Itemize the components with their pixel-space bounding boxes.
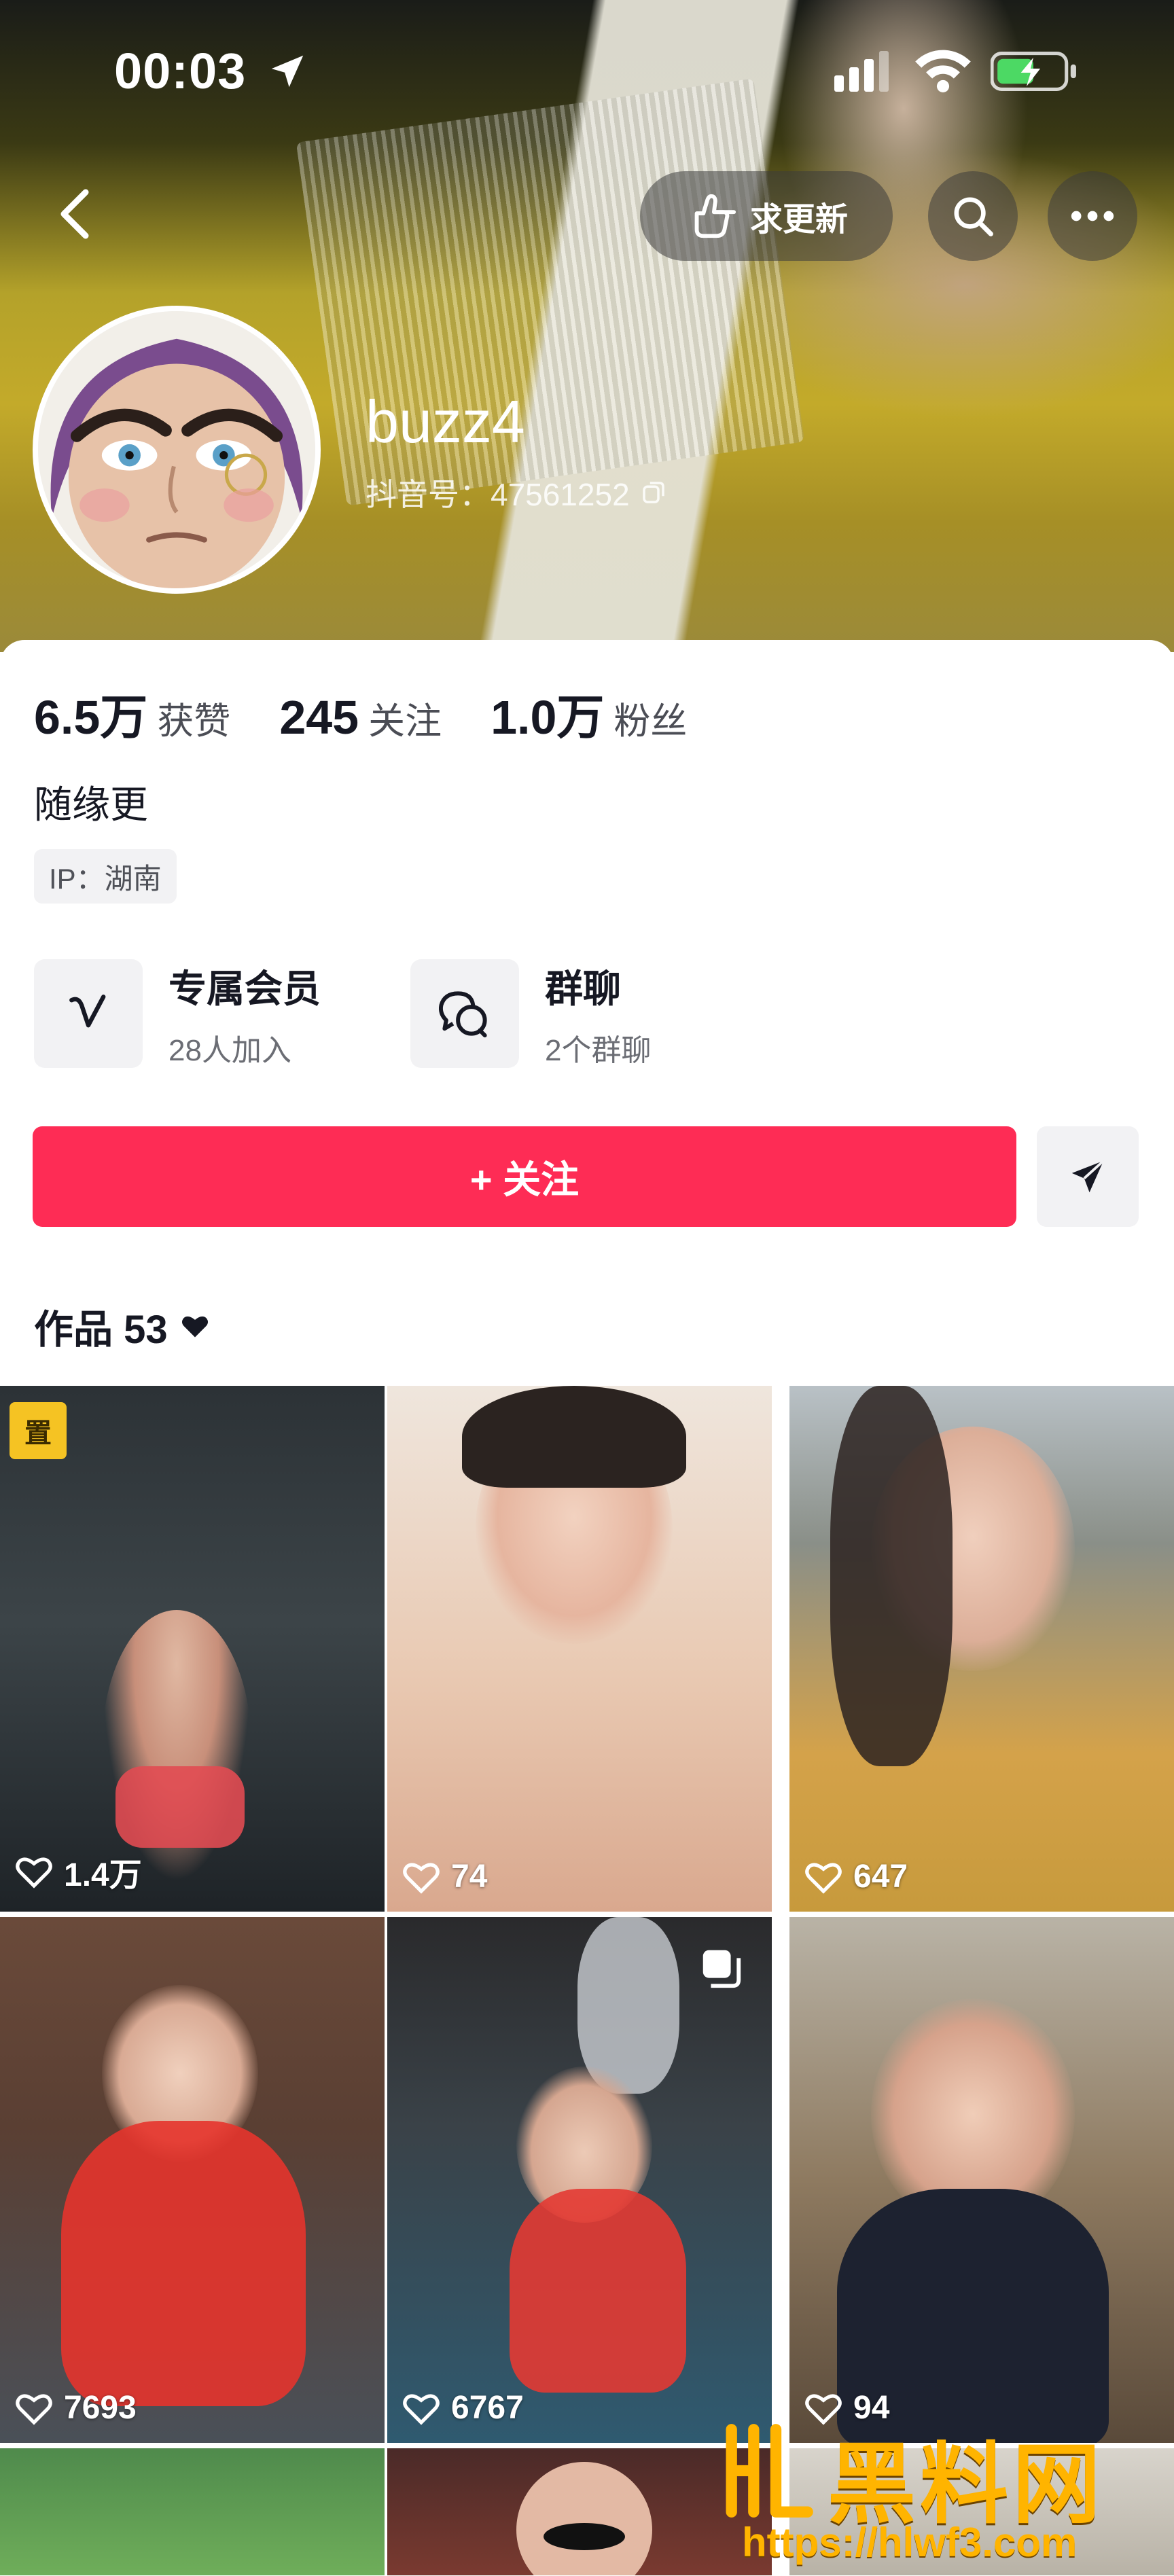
- video-tile[interactable]: 置 1.4万: [0, 1386, 385, 1912]
- member-subtitle: 28人加入: [168, 1033, 291, 1067]
- video-tile[interactable]: 647: [789, 1386, 1174, 1912]
- profile-stats: 6.5万 获赞 245 关注 1.0万 粉丝: [34, 679, 736, 748]
- stat-followers-value: 1.0万: [491, 691, 605, 744]
- group-chat-title: 群聊: [545, 967, 621, 1010]
- tile-likes: 7693: [15, 2389, 137, 2427]
- location-arrow-icon: [271, 55, 304, 88]
- heart-icon: [805, 1862, 842, 1894]
- v-badge-icon: [69, 995, 106, 1028]
- tile-likes: 74: [402, 1858, 487, 1895]
- tile-likes: 6767: [402, 2389, 524, 2427]
- follow-button[interactable]: + 关注: [33, 1126, 1016, 1227]
- video-tile[interactable]: [0, 2448, 385, 2575]
- battery-icon: [991, 52, 1076, 91]
- stat-following-value: 245: [279, 691, 359, 744]
- stat-following[interactable]: 245 关注: [279, 690, 442, 745]
- search-button[interactable]: [928, 171, 1018, 261]
- chat-bubbles-icon: [438, 991, 487, 1038]
- pinned-badge: 置: [10, 1402, 67, 1459]
- douyin-id-text: 抖音号：47561252: [366, 477, 630, 512]
- tile-likes: 647: [804, 1858, 908, 1895]
- stat-followers-label: 粉丝: [613, 701, 688, 742]
- copy-icon: [642, 482, 664, 503]
- group-chat-subtitle: 2个群聊: [545, 1033, 652, 1067]
- tile-likes-count: 1.4万: [64, 1857, 142, 1893]
- request-update-button[interactable]: 求更新: [640, 171, 893, 261]
- douyin-id[interactable]: 抖音号：47561252: [366, 470, 668, 515]
- stat-followers[interactable]: 1.0万 粉丝: [491, 679, 687, 748]
- tile-photo-detail: [462, 1386, 686, 1488]
- profile-bio: 随缘更: [34, 783, 148, 826]
- member-title: 专属会员: [168, 967, 321, 1010]
- tile-likes: 1.4万: [15, 1848, 142, 1895]
- multi-image-icon: [702, 1950, 741, 1988]
- ip-location-tag: IP：湖南: [34, 849, 177, 904]
- stat-likes-value: 6.5万: [34, 691, 148, 744]
- tile-photo-detail: [544, 2523, 625, 2550]
- site-watermark: 黑料网 https://hlwf3.com: [719, 2413, 1174, 2576]
- send-arrow-icon: [1071, 1160, 1105, 1193]
- avatar[interactable]: [33, 306, 321, 594]
- heart-icon: [16, 2393, 52, 2425]
- video-tile[interactable]: 7693: [0, 1917, 385, 2443]
- tile-photo-detail: [115, 1766, 245, 1848]
- video-tile[interactable]: [387, 2448, 772, 2575]
- video-tile[interactable]: 74: [387, 1386, 772, 1912]
- works-tab-label: 作品 53: [34, 1308, 168, 1352]
- more-options-button[interactable]: [1048, 171, 1137, 261]
- heart-lock-icon: [181, 1316, 208, 1338]
- status-time: 00:03: [114, 43, 247, 99]
- group-chat-icon-box: [410, 959, 519, 1068]
- tile-photo-detail: [830, 1386, 953, 1766]
- heart-icon: [403, 1862, 440, 1894]
- exclusive-member-entry[interactable]: 专属会员 28人加入: [34, 958, 321, 1069]
- tile-likes-count: 647: [853, 1859, 908, 1895]
- search-icon: [954, 197, 993, 236]
- video-tile[interactable]: 94: [789, 1917, 1174, 2443]
- tile-photo-detail: [510, 2189, 686, 2393]
- tile-photo-detail: [61, 2121, 306, 2406]
- member-icon-box: [34, 959, 143, 1068]
- send-message-button[interactable]: [1037, 1126, 1139, 1227]
- tile-photo: [516, 2462, 652, 2575]
- stat-following-label: 关注: [368, 701, 442, 742]
- tab-works[interactable]: 作品 53: [34, 1298, 210, 1355]
- watermark-url: https://hlwf3.com: [742, 2520, 1078, 2565]
- chevron-left-icon: [60, 189, 89, 239]
- tile-likes-count: 6767: [451, 2390, 524, 2426]
- cellular-signal-icon: [834, 51, 889, 92]
- more-dots-icon: [1071, 211, 1114, 221]
- back-button[interactable]: [41, 170, 109, 258]
- group-chat-entry[interactable]: 群聊 2个群聊: [410, 958, 651, 1069]
- tile-likes-count: 7693: [64, 2390, 137, 2426]
- stat-likes[interactable]: 6.5万 获赞: [34, 679, 230, 748]
- username: buzz4: [366, 388, 525, 455]
- heart-icon: [403, 2393, 440, 2425]
- video-tile[interactable]: 6767: [387, 1917, 772, 2443]
- stat-likes-label: 获赞: [157, 701, 231, 742]
- hand-point-icon: [694, 194, 736, 238]
- request-update-label: 求更新: [749, 202, 848, 238]
- watermark-logo-icon: [726, 2424, 813, 2518]
- tile-likes-count: 74: [451, 1859, 488, 1895]
- avatar-cartoon-face: [38, 311, 315, 588]
- wifi-icon: [915, 50, 971, 92]
- heart-icon: [16, 1857, 52, 1889]
